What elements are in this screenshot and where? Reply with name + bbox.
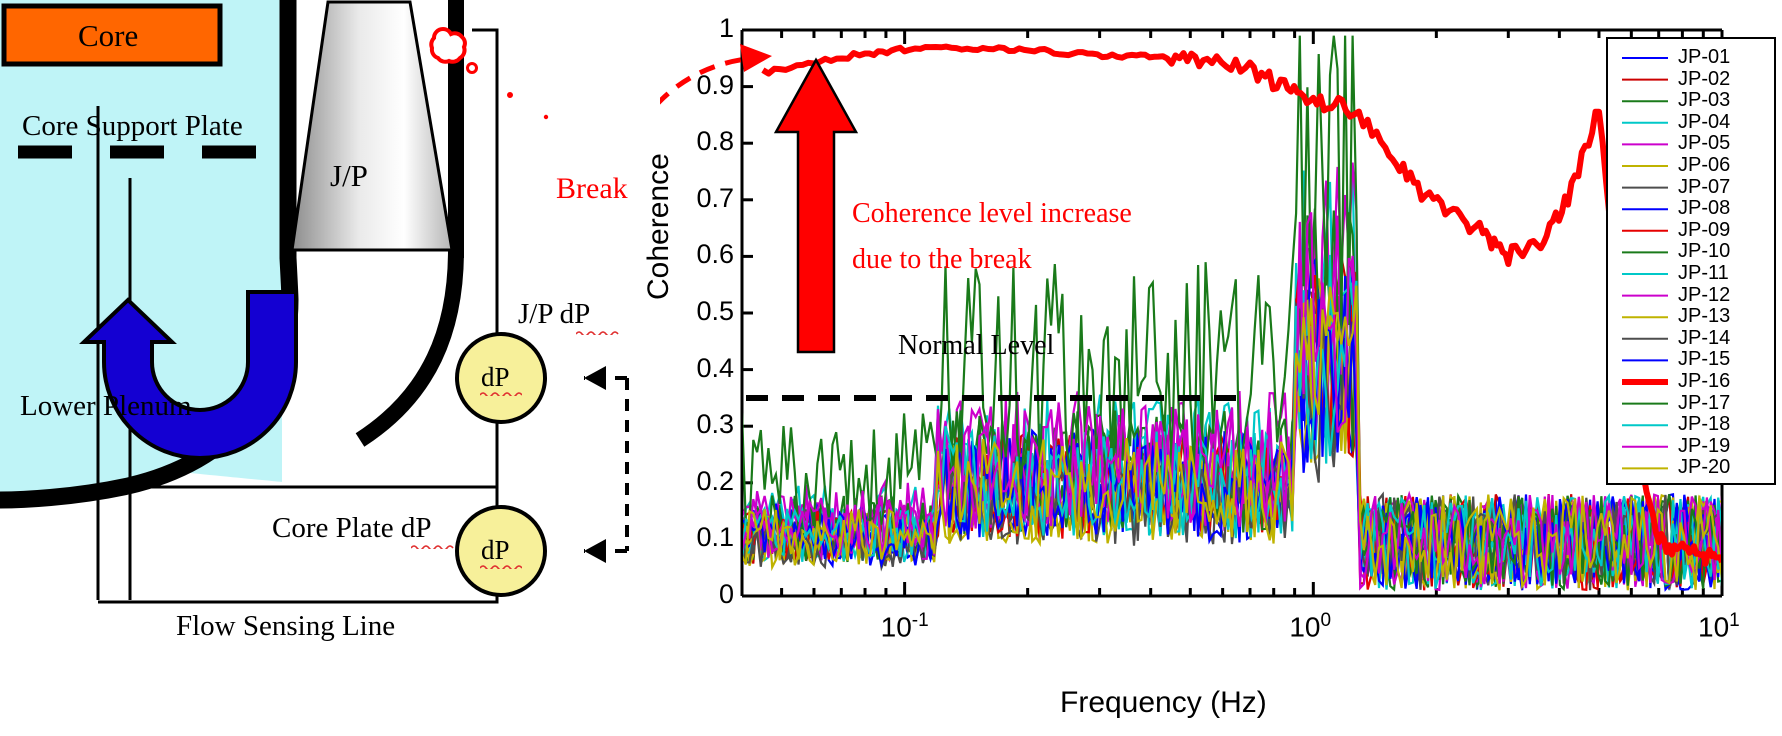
jet-pump-label: J/P	[330, 158, 368, 193]
y-tick-0.9: 0.9	[696, 69, 734, 100]
x-tick--1: 10-1	[881, 610, 929, 643]
y-tick-0.3: 0.3	[696, 409, 734, 440]
jp-dp-label: J/P dP	[518, 298, 591, 330]
legend-item-jp-02[interactable]: JP-02	[1678, 68, 1730, 91]
dp-sensor-1-label: dP	[481, 362, 510, 392]
break-label: Break	[556, 172, 628, 205]
y-tick-0.5: 0.5	[696, 296, 734, 326]
x-tick-base: 10	[1289, 611, 1321, 643]
x-tick-exponent: 0	[1320, 610, 1332, 631]
annotation-normal-level: Normal Level	[898, 330, 1055, 361]
legend-item-jp-13[interactable]: JP-13	[1678, 305, 1730, 328]
legend-item-jp-16[interactable]: JP-16	[1678, 370, 1730, 393]
series-traces	[743, 35, 1721, 592]
y-tick-0.1: 0.1	[696, 522, 734, 553]
legend-item-jp-04[interactable]: JP-04	[1678, 111, 1730, 134]
legend-item-jp-10[interactable]: JP-10	[1678, 240, 1730, 263]
break-dot-3	[543, 114, 549, 120]
legend-item-jp-01[interactable]: JP-01	[1678, 46, 1730, 69]
break-callout-arrowhead	[740, 44, 772, 72]
y-tick-0: 0	[718, 579, 734, 609]
lower-plenum-label: Lower Plenum	[20, 390, 192, 422]
x-tick-base: 10	[880, 611, 912, 643]
legend-item-jp-15[interactable]: JP-15	[1678, 348, 1730, 371]
legend-item-jp-19[interactable]: JP-19	[1678, 435, 1730, 458]
core-dp-arrowhead	[584, 539, 606, 563]
legend-item-jp-07[interactable]: JP-07	[1678, 176, 1730, 199]
break-dot-1	[466, 62, 478, 74]
x-axis-title: Frequency (Hz)	[1060, 686, 1267, 719]
legend-item-jp-14[interactable]: JP-14	[1678, 327, 1730, 350]
x-tick-base: 10	[1698, 611, 1730, 643]
legend-item-jp-05[interactable]: JP-05	[1678, 132, 1730, 155]
core-support-plate-label: Core Support Plate	[22, 110, 243, 142]
y-axis-title: Coherence	[642, 153, 675, 300]
jet-pump-body	[290, 0, 454, 252]
coherence-chart-svg	[660, 28, 1776, 598]
y-tick-0.8: 0.8	[696, 126, 734, 157]
flow-sensing-line-label: Flow Sensing Line	[176, 610, 396, 642]
core-plate-dp-label: Core Plate dP	[272, 512, 432, 544]
break-dot-2	[507, 92, 513, 98]
coherence-increase-arrow	[773, 57, 859, 354]
break-cloud-icon	[429, 26, 467, 64]
legend-item-jp-08[interactable]: JP-08	[1678, 197, 1730, 220]
coherence-chart: 0 0.1 0.2 0.3 0.4 0.5 0.6 0.7 0.8 0.9 1 10-1 100 101…	[642, 0, 1782, 736]
legend-item-jp-18[interactable]: JP-18	[1678, 413, 1730, 436]
legend-item-jp-03[interactable]: JP-03	[1678, 89, 1730, 112]
legend-item-jp-20[interactable]: JP-20	[1678, 456, 1730, 479]
inner-wall-curve	[355, 249, 464, 447]
y-tick-0.7: 0.7	[696, 182, 734, 213]
x-tick-exponent: 1	[1729, 610, 1740, 631]
annotation-increase-line1: Coherence level increase	[852, 198, 1132, 229]
dp-sensor-2-label: dP	[481, 535, 510, 565]
y-tick-1: 1	[718, 13, 734, 43]
legend-item-jp-11[interactable]: JP-11	[1678, 262, 1729, 285]
legend-item-jp-12[interactable]: JP-12	[1678, 284, 1730, 307]
legend-item-jp-17[interactable]: JP-17	[1678, 392, 1730, 415]
y-tick-0.2: 0.2	[696, 465, 734, 496]
x-tick-1: 101	[1698, 610, 1740, 643]
figure-root: Core Core Support Plate J/P Lower Plenum…	[0, 0, 1782, 736]
y-tick-0.4: 0.4	[696, 352, 734, 383]
annotation-increase-line2: due to the break	[852, 244, 1032, 275]
legend-item-jp-06[interactable]: JP-06	[1678, 154, 1730, 177]
x-tick-0: 100	[1289, 610, 1331, 643]
y-tick-0.6: 0.6	[696, 239, 734, 270]
legend-item-jp-09[interactable]: JP-09	[1678, 219, 1730, 242]
x-tick-exponent: -1	[911, 610, 929, 631]
core-label: Core	[78, 18, 139, 53]
reactor-diagram: Core Core Support Plate J/P Lower Plenum…	[0, 0, 660, 736]
jp-dp-arrowhead	[584, 366, 606, 390]
